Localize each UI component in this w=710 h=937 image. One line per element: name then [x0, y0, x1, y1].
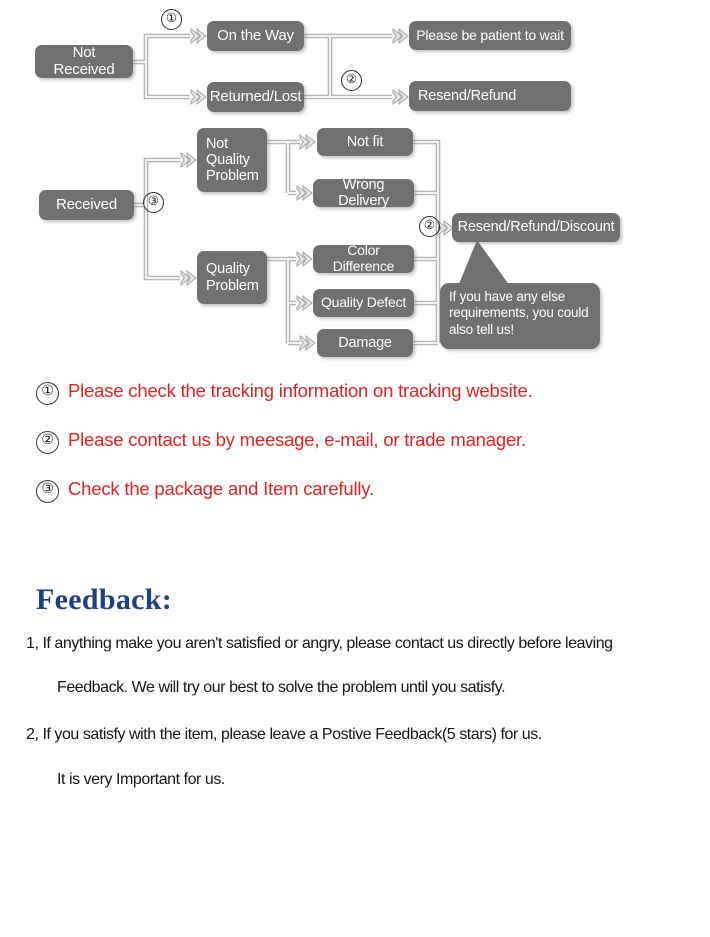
feedback-heading: Feedback:: [36, 583, 173, 616]
node-resend-refund-discount: Resend/Refund/Discount: [452, 213, 620, 242]
node-damage: Damage: [317, 329, 413, 357]
feedback-line: 2, If you satisfy with the item, please …: [26, 726, 542, 743]
node-resend-refund: Resend/Refund: [409, 81, 571, 111]
flowchart-marker-3: ③: [143, 192, 164, 213]
flowchart-marker-2: ②: [341, 70, 362, 91]
note-marker: ①: [36, 382, 59, 405]
note-row: ② Please contact us by meesage, e-mail, o…: [36, 429, 526, 454]
note-marker: ③: [36, 480, 59, 503]
note-text: Please contact us by meesage, e-mail, or…: [68, 429, 526, 450]
node-wrong-delivery: Wrong Delivery: [313, 177, 414, 209]
node-not-fit: Not fit: [317, 128, 413, 156]
feedback-line: Feedback. We will try our best to solve …: [57, 679, 506, 696]
note-text: Check the package and Item carefully.: [68, 478, 374, 499]
node-color-diff: Color Difference: [313, 242, 414, 274]
node-quality-defect: Quality Defect: [313, 289, 414, 317]
node-received: Received: [39, 190, 134, 220]
flowchart-marker-4: ②: [419, 216, 440, 237]
flowchart-marker-1: ①: [161, 9, 182, 30]
callout-bubble: If you have any else requirements, you c…: [440, 283, 600, 349]
node-be-patient: Please be patient to wait: [409, 21, 571, 50]
node-not-quality: Not Quality Problem: [197, 128, 267, 192]
node-not-received: Not Received: [35, 44, 133, 78]
note-row: ③ Check the package and Item carefully.: [36, 478, 374, 503]
node-returned-lost: Returned/Lost: [207, 82, 304, 112]
feedback-line: 1, If anything make you aren't satisfied…: [26, 635, 613, 652]
node-on-the-way: On the Way: [207, 21, 304, 51]
note-row: ① Please check the tracking information o…: [36, 380, 533, 405]
node-quality: Quality Problem: [197, 251, 267, 304]
note-marker: ②: [36, 431, 59, 454]
flowchart-diagram: Not Received On the Way Returned/Lost Pleas…: [0, 0, 710, 370]
note-text: Please check the tracking information on…: [68, 380, 533, 401]
feedback-line: It is very Important for us.: [57, 771, 225, 788]
